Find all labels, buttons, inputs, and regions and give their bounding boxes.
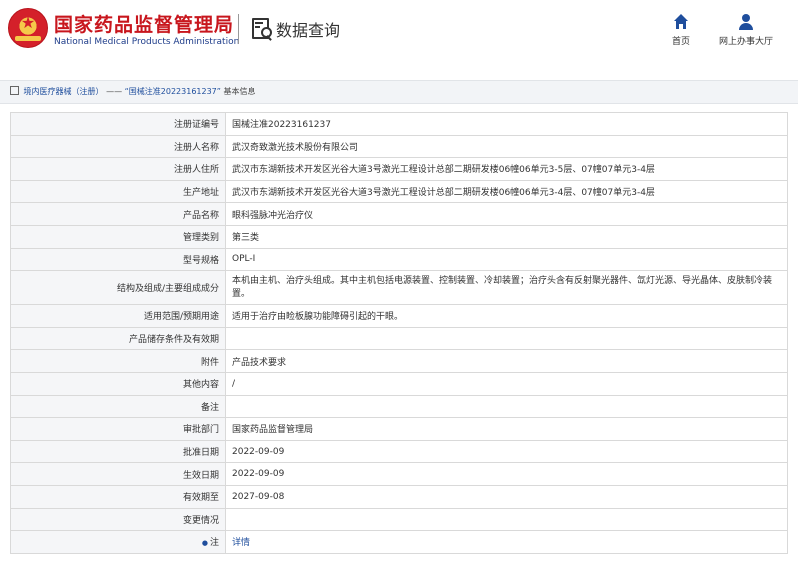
row-label: 管理类别	[10, 224, 226, 249]
row-value: 武汉市东湖新技术开发区光谷大道3号激光工程设计总部二期研发楼06幢06单元3-5…	[225, 157, 788, 181]
row-value: 2027-09-08	[225, 484, 788, 509]
table-row: 注册证编号 国械注准20223161237	[10, 112, 788, 136]
row-value: 国械注准20223161237	[225, 112, 788, 136]
row-value: 产品技术要求	[225, 349, 788, 373]
row-value: 眼科强脉冲光治疗仪	[225, 202, 788, 226]
home-icon	[672, 14, 690, 30]
row-value: 适用于治疗由睑板腺功能障碍引起的干眼。	[225, 304, 788, 328]
row-label: 批准日期	[10, 439, 226, 464]
note-marker: ●	[201, 539, 208, 548]
row-value: 武汉市东湖新技术开发区光谷大道3号激光工程设计总部二期研发楼06幢06单元3-4…	[225, 179, 788, 204]
row-label: 审批部门	[10, 417, 226, 441]
user-icon	[737, 14, 755, 30]
nav-online-service-hall[interactable]: 网上办事大厅	[712, 14, 780, 47]
row-label: 变更情况	[10, 507, 226, 532]
table-row: 生效日期 2022-09-09	[10, 462, 788, 486]
row-value: 本机由主机、治疗头组成。其中主机包括电源装置、控制装置、冷却装置；治疗头含有反射…	[225, 270, 788, 306]
breadcrumb-tail: 基本信息	[223, 87, 256, 96]
row-label: 结构及组成/主要组成成分	[10, 270, 226, 306]
details-link[interactable]: 详情	[232, 538, 250, 548]
table-row: 其他内容 /	[10, 371, 788, 396]
row-value	[225, 326, 788, 351]
table-row: 产品名称 眼科强脉冲光治疗仪	[10, 202, 788, 226]
row-label: 备注	[10, 394, 226, 419]
breadcrumb-separator: ——	[106, 87, 123, 96]
row-label: 注册证编号	[10, 112, 226, 136]
table-row: 注册人名称 武汉奇致激光技术股份有限公司	[10, 134, 788, 159]
document-search-icon	[252, 18, 272, 41]
table-row: 生产地址 武汉市东湖新技术开发区光谷大道3号激光工程设计总部二期研发楼06幢06单…	[10, 179, 788, 204]
row-label: 生效日期	[10, 462, 226, 486]
data-query-title[interactable]: 数据查询	[252, 16, 340, 42]
breadcrumb-root-link[interactable]: 境内医疗器械（注册）	[24, 87, 104, 96]
breadcrumb: 境内医疗器械（注册） —— “国械注准20223161237” 基本信息	[10, 86, 255, 97]
nav-home-label: 首页	[671, 37, 690, 47]
row-value-note: 详情	[225, 530, 788, 554]
row-value: 2022-09-09	[225, 462, 788, 486]
row-value: /	[225, 371, 788, 396]
table-row: 注册人住所 武汉市东湖新技术开发区光谷大道3号激光工程设计总部二期研发楼06幢06…	[10, 157, 788, 181]
breadcrumb-current[interactable]: “国械注准20223161237”	[125, 87, 221, 96]
breadcrumb-bar: 境内医疗器械（注册） —— “国械注准20223161237” 基本信息	[0, 80, 798, 104]
data-query-label: 数据查询	[276, 21, 341, 40]
brand-name-en: National Medical Products Administration	[54, 37, 240, 47]
note-label: 注	[209, 538, 219, 549]
row-label: 注册人住所	[10, 157, 226, 181]
table-row: 适用范围/预期用途 适用于治疗由睑板腺功能障碍引起的干眼。	[10, 304, 788, 328]
row-label: 生产地址	[10, 179, 226, 204]
table-row: 附件 产品技术要求	[10, 349, 788, 373]
nav-online-service-hall-label: 网上办事大厅	[718, 37, 773, 47]
row-label: 有效期至	[10, 484, 226, 509]
table-row: 批准日期 2022-09-09	[10, 439, 788, 464]
table-row: 产品储存条件及有效期	[10, 326, 788, 351]
row-value: 国家药品监督管理局	[225, 417, 788, 441]
table-row: 型号规格 OPL-Ⅰ	[10, 247, 788, 272]
row-label: 适用范围/预期用途	[10, 304, 226, 328]
row-value	[225, 507, 788, 532]
row-label: 附件	[10, 349, 226, 373]
row-value	[225, 394, 788, 419]
nav-home[interactable]: 首页	[665, 14, 697, 47]
row-label: 其他内容	[10, 371, 226, 396]
registration-detail-table: 注册证编号 国械注准20223161237 注册人名称 武汉奇致激光技术股份有限公司…	[10, 112, 788, 554]
row-value: 第三类	[225, 224, 788, 249]
table-row: 管理类别 第三类	[10, 224, 788, 249]
table-row: 结构及组成/主要组成成分 本机由主机、治疗头组成。其中主机包括电源装置、控制装置、…	[10, 270, 788, 306]
row-label: 型号规格	[10, 247, 226, 272]
row-label: 注册人名称	[10, 134, 226, 159]
table-row: ● 注 详情	[10, 530, 788, 554]
row-label: 产品储存条件及有效期	[10, 326, 226, 351]
table-row: 变更情况	[10, 507, 788, 532]
brand-name-cn: 国家药品监督管理局	[54, 14, 235, 36]
row-value: 武汉奇致激光技术股份有限公司	[225, 134, 788, 159]
row-label: 产品名称	[10, 202, 226, 226]
row-label-note: ● 注	[10, 530, 226, 554]
table-row: 审批部门 国家药品监督管理局	[10, 417, 788, 441]
row-value: OPL-Ⅰ	[225, 247, 788, 272]
table-row: 有效期至 2027-09-08	[10, 484, 788, 509]
nmpa-emblem-logo: ★	[8, 8, 48, 48]
site-header: ★ 国家药品监督管理局 National Medical Products Ad…	[0, 0, 798, 80]
header-divider	[238, 14, 239, 44]
table-row: 备注	[10, 394, 788, 419]
row-value: 2022-09-09	[225, 439, 788, 464]
document-icon	[10, 86, 19, 95]
